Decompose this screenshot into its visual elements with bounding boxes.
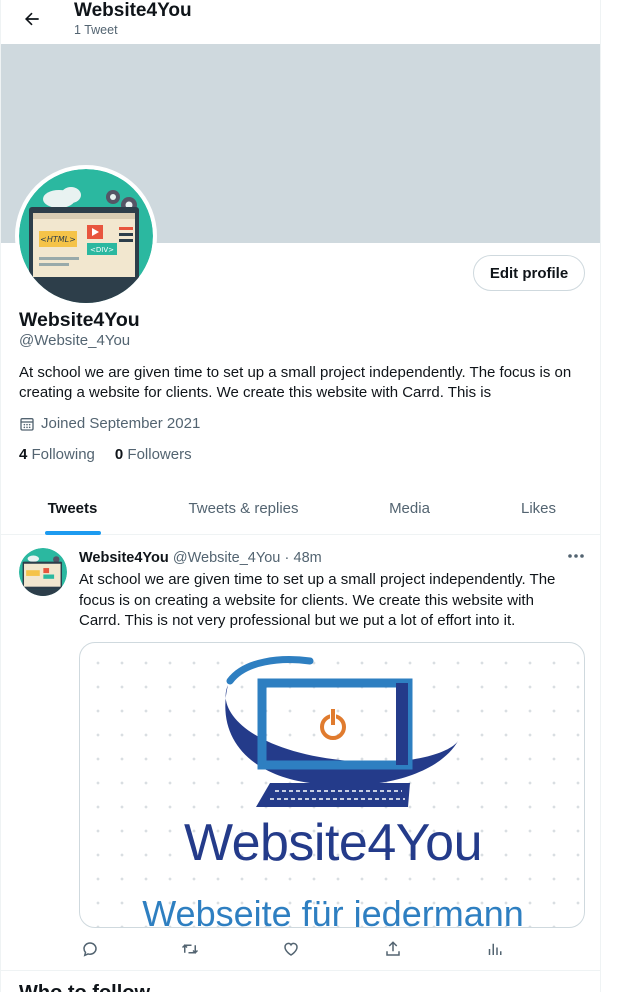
svg-text:<DIV>: <DIV> <box>90 246 114 254</box>
media-subtitle: Webseite für jedermann <box>142 893 524 928</box>
tweet-separator: · <box>284 550 290 566</box>
more-icon <box>568 554 584 558</box>
profile-joined: Joined September 2021 <box>19 415 200 432</box>
followers-link[interactable]: 0 Followers <box>115 446 192 463</box>
edit-profile-button[interactable]: Edit profile <box>473 255 585 291</box>
tweet-media-image[interactable]: Website4You Webseite für jedermann <box>79 642 585 928</box>
followers-count: 0 <box>114 446 124 463</box>
active-tab-indicator <box>45 531 101 535</box>
profile-column: Website4You 1 Tweet <HTML> <DIV> Edit pr… <box>0 0 601 992</box>
profile-tabs: Tweets Tweets & replies Media Likes <box>1 481 600 535</box>
tab-likes[interactable]: Likes <box>476 481 600 535</box>
joined-date: Joined September 2021 <box>41 415 201 432</box>
tweet-actions <box>79 938 509 962</box>
tweet-author-handle[interactable]: @Website_4You <box>173 550 280 566</box>
like-button[interactable] <box>280 938 302 960</box>
tab-media[interactable]: Media <box>343 481 476 535</box>
following-label: Following <box>31 446 95 463</box>
tweet[interactable]: Website4You @Website_4You · 48m At schoo… <box>1 536 600 971</box>
header-title: Website4You <box>74 0 192 21</box>
tweet-text: At school we are given time to set up a … <box>79 571 556 629</box>
back-button[interactable] <box>15 2 49 36</box>
website-illustration-icon: <HTML> <DIV> <box>19 169 153 303</box>
profile-bio: At school we are given time to set up a … <box>19 364 572 401</box>
following-link[interactable]: 4 Following <box>19 446 95 463</box>
follow-stats: 4 Following 0 Followers <box>19 446 192 463</box>
tweet-header: Website4You @Website_4You · 48m <box>79 549 322 566</box>
tab-tweets-replies[interactable]: Tweets & replies <box>144 481 343 535</box>
reply-button[interactable] <box>79 938 101 960</box>
tweet-time[interactable]: 48m <box>294 550 322 566</box>
followers-label: Followers <box>127 446 192 463</box>
following-count: 4 <box>19 446 28 463</box>
who-to-follow-heading: Who to follow <box>19 982 150 992</box>
retweet-icon <box>181 944 199 954</box>
like-icon <box>284 942 298 956</box>
reply-icon <box>83 942 97 957</box>
tweet-avatar[interactable] <box>19 548 67 596</box>
share-icon <box>386 941 400 956</box>
tweet-author-name[interactable]: Website4You <box>79 550 169 566</box>
header-tweet-count: 1 Tweet <box>74 23 118 37</box>
retweet-button[interactable] <box>179 938 201 960</box>
profile-name: Website4You <box>19 309 140 331</box>
website-illustration-icon <box>19 548 67 596</box>
profile-handle: @Website_4You <box>19 332 131 349</box>
profile-avatar[interactable]: <HTML> <DIV> <box>15 165 157 307</box>
computer-power-logo-icon <box>225 656 458 807</box>
media-title: Website4You <box>183 814 483 872</box>
share-button[interactable] <box>382 938 404 960</box>
profile-header: Website4You 1 Tweet <box>1 0 600 44</box>
calendar-icon <box>20 417 34 431</box>
svg-text:<HTML>: <HTML> <box>40 235 76 244</box>
analytics-button[interactable] <box>483 938 505 960</box>
analytics-icon <box>488 943 502 955</box>
tweet-more-button[interactable] <box>565 545 587 567</box>
tab-tweets[interactable]: Tweets <box>1 481 144 535</box>
arrow-left-icon <box>25 12 39 26</box>
